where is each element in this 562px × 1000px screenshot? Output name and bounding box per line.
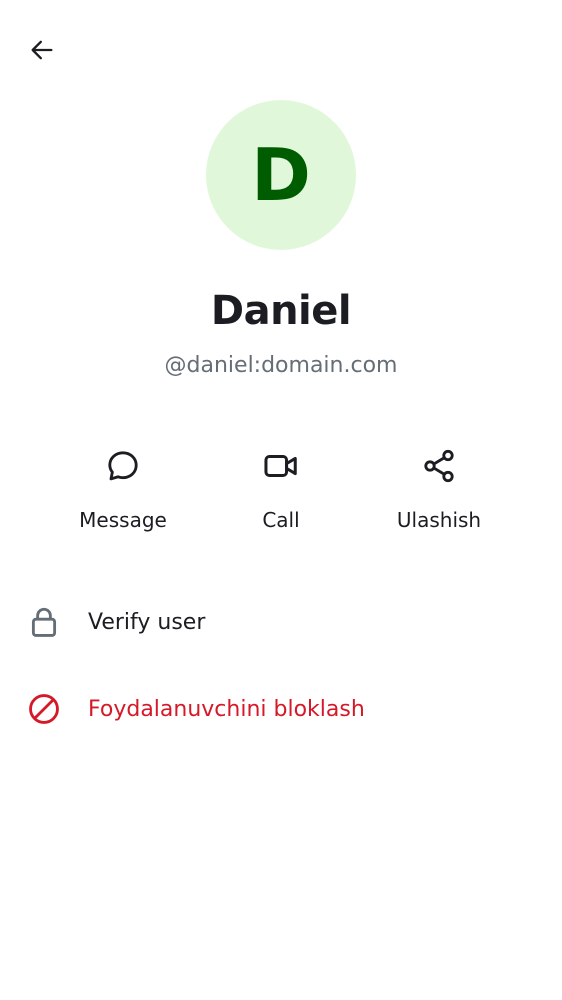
block-icon <box>22 687 66 731</box>
verify-user-label: Verify user <box>88 609 206 635</box>
block-user-label: Foydalanuvchini bloklash <box>88 696 365 722</box>
display-name: Daniel <box>210 288 352 334</box>
avatar: D <box>206 100 356 250</box>
block-user-row[interactable]: Foydalanuvchini bloklash <box>0 674 562 744</box>
share-button[interactable]: Ulashish <box>359 440 519 550</box>
share-icon <box>413 440 465 492</box>
message-label: Message <box>79 508 167 532</box>
user-id: @daniel:domain.com <box>164 353 398 378</box>
call-button[interactable]: Call <box>201 440 361 550</box>
chat-bubble-icon <box>97 440 149 492</box>
verify-user-row[interactable]: Verify user <box>0 587 562 657</box>
message-button[interactable]: Message <box>43 440 203 550</box>
avatar-initial: D <box>251 133 311 217</box>
video-camera-icon <box>255 440 307 492</box>
back-button[interactable] <box>20 28 64 72</box>
share-label: Ulashish <box>396 508 482 532</box>
call-label: Call <box>262 508 300 532</box>
lock-icon <box>22 600 66 644</box>
arrow-left-icon <box>31 40 53 60</box>
